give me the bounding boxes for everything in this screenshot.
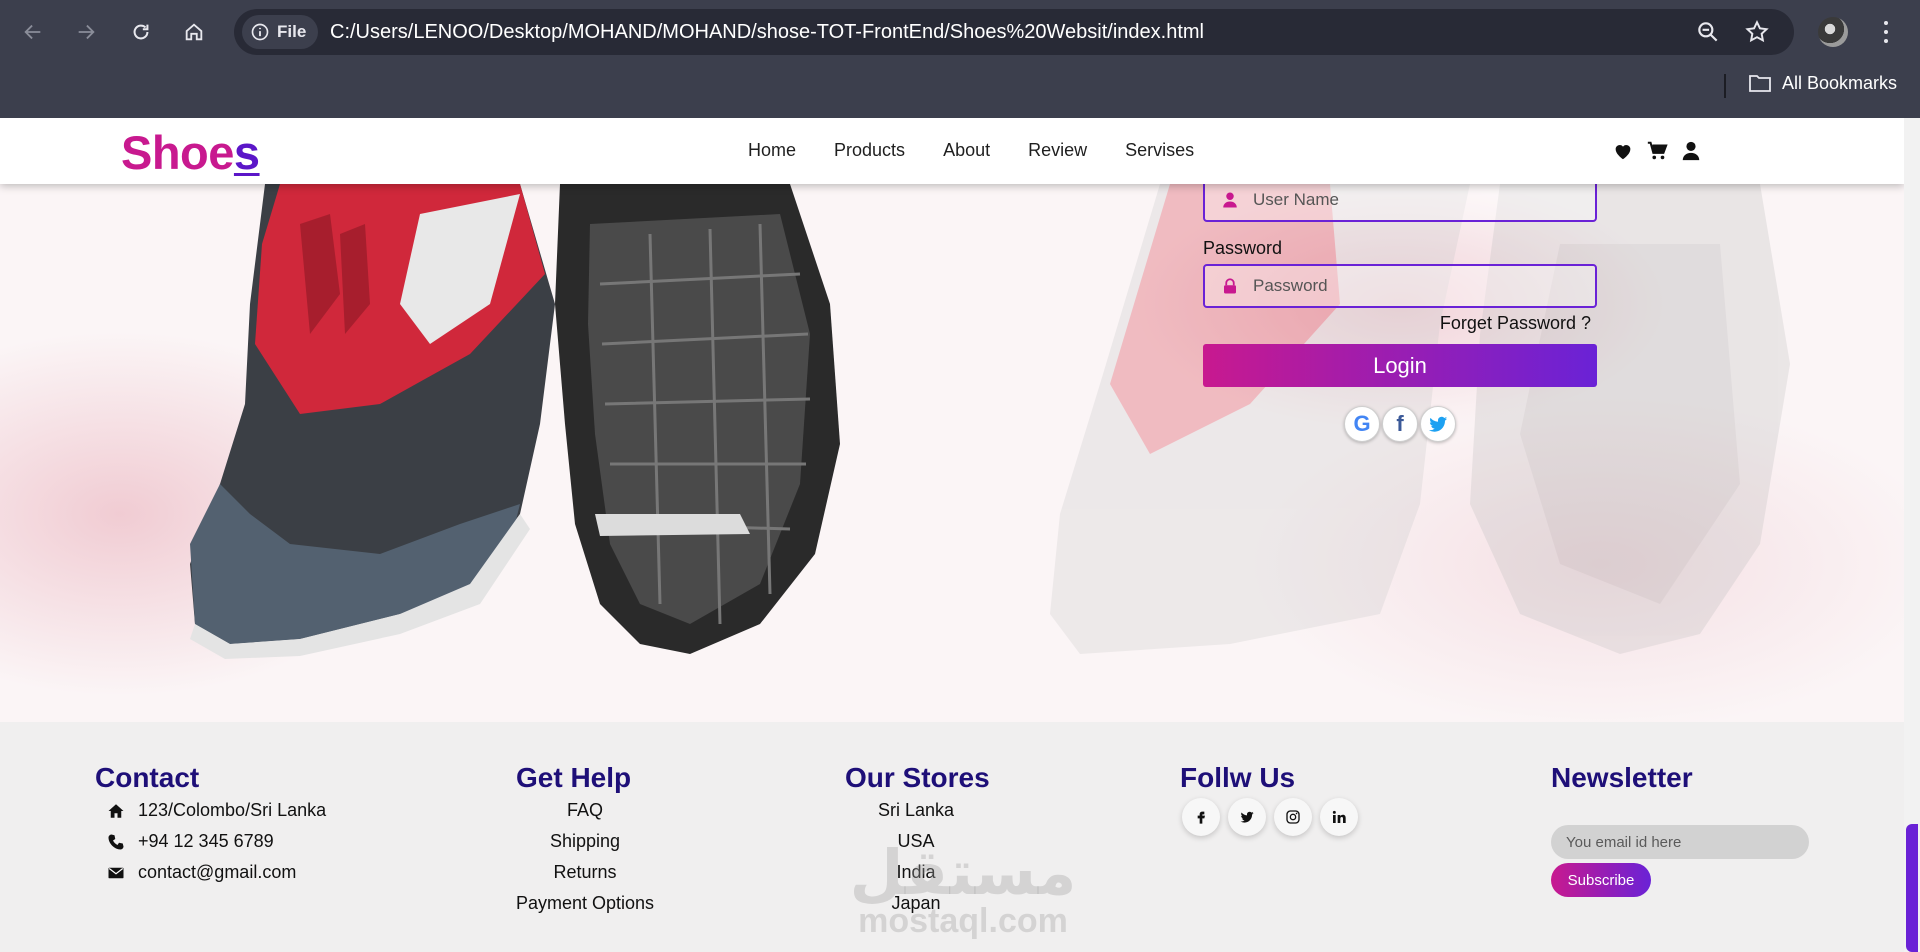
mail-icon	[108, 867, 124, 878]
site-logo[interactable]: Shoes	[121, 125, 260, 180]
hero-shoes-image	[190, 184, 1790, 659]
nav-servises[interactable]: Servises	[1125, 140, 1194, 161]
home-button[interactable]	[176, 14, 212, 50]
nav-products[interactable]: Products	[834, 140, 905, 161]
hero-section: Password Forget Password ? Login G f	[0, 184, 1904, 722]
reload-icon	[133, 24, 149, 40]
help-link-returns[interactable]: Returns	[485, 857, 685, 888]
our-stores-list: Sri Lanka USA India Japan	[816, 795, 1016, 919]
newsletter-title: Newsletter	[1551, 762, 1693, 793]
store-link-japan[interactable]: Japan	[816, 888, 1016, 919]
info-icon	[251, 23, 269, 41]
nav-review[interactable]: Review	[1028, 140, 1087, 161]
address-text: 123/Colombo/Sri Lanka	[138, 800, 327, 820]
nav-about[interactable]: About	[943, 140, 990, 161]
folder-icon	[1749, 75, 1771, 92]
header-icons	[1612, 140, 1702, 162]
nav-home[interactable]: Home	[748, 140, 796, 161]
subscribe-button[interactable]: Subscribe	[1551, 863, 1651, 897]
profile-avatar[interactable]	[1818, 17, 1848, 47]
phone-text: +94 12 345 6789	[138, 831, 274, 851]
contact-title: Contact	[95, 762, 200, 793]
contact-address: 123/Colombo/Sri Lanka	[106, 800, 326, 821]
home-icon	[108, 803, 124, 818]
linkedin-follow-button[interactable]	[1320, 798, 1358, 836]
back-button[interactable]	[15, 14, 51, 50]
forgot-password-link[interactable]: Forget Password ?	[1440, 313, 1591, 334]
help-link-shipping[interactable]: Shipping	[485, 826, 685, 857]
bookmarks-label: All Bookmarks	[1782, 72, 1898, 93]
forward-icon	[78, 24, 95, 40]
username-field[interactable]	[1203, 184, 1597, 222]
lock-icon	[1224, 278, 1236, 294]
user-field-icon	[1223, 192, 1237, 208]
bookmarks-divider	[1724, 74, 1726, 98]
user-icon[interactable]	[1680, 140, 1702, 162]
star-icon[interactable]	[1744, 19, 1770, 45]
back-icon	[24, 24, 41, 40]
follow-us-icons	[1182, 798, 1358, 836]
facebook-icon	[1197, 811, 1205, 824]
site-header: Shoes Home Products About Review Servise…	[0, 118, 1904, 184]
login-button[interactable]: Login	[1203, 344, 1597, 387]
twitter-login-button[interactable]	[1420, 406, 1456, 442]
site-footer: Contact 123/Colombo/Sri Lanka +94 12 345…	[0, 722, 1904, 952]
twitter-icon	[1240, 811, 1254, 823]
twitter-follow-button[interactable]	[1228, 798, 1266, 836]
browser-chrome: File C:/Users/LENOO/Desktop/MOHAND/MOHAN…	[0, 0, 1920, 118]
help-link-payment-options[interactable]: Payment Options	[485, 888, 685, 919]
google-icon: G	[1353, 411, 1371, 436]
newsletter-email-input[interactable]	[1551, 825, 1809, 859]
facebook-follow-button[interactable]	[1182, 798, 1220, 836]
cart-icon[interactable]	[1646, 140, 1668, 162]
page-scrollbar[interactable]	[1904, 118, 1920, 952]
store-link-sri-lanka[interactable]: Sri Lanka	[816, 795, 1016, 826]
password-field[interactable]	[1203, 264, 1597, 308]
facebook-icon: f	[1396, 411, 1404, 436]
site-chip-label: File	[277, 22, 307, 41]
google-login-button[interactable]: G	[1344, 406, 1380, 442]
url-text[interactable]: C:/Users/LENOO/Desktop/MOHAND/MOHAND/sho…	[330, 21, 1204, 44]
username-input[interactable]	[1253, 190, 1573, 210]
facebook-login-button[interactable]: f	[1382, 406, 1418, 442]
linkedin-icon	[1332, 810, 1346, 823]
password-input[interactable]	[1253, 276, 1573, 296]
scrollbar-thumb[interactable]	[1906, 824, 1918, 952]
logo-last-letter: s	[233, 126, 260, 179]
instagram-follow-button[interactable]	[1274, 798, 1312, 836]
heart-icon[interactable]	[1612, 140, 1634, 162]
store-link-india[interactable]: India	[816, 857, 1016, 888]
social-login: G f	[1344, 406, 1456, 442]
all-bookmarks-button[interactable]: All Bookmarks	[1748, 72, 1897, 94]
get-help-title: Get Help	[516, 762, 632, 793]
our-stores-title: Our Stores	[845, 762, 990, 793]
store-link-usa[interactable]: USA	[816, 826, 1016, 857]
kebab-menu-icon[interactable]	[1876, 18, 1896, 46]
browser-toolbar: File C:/Users/LENOO/Desktop/MOHAND/MOHAN…	[0, 0, 1920, 64]
site-info-chip[interactable]: File	[242, 15, 319, 49]
address-bar[interactable]: File C:/Users/LENOO/Desktop/MOHAND/MOHAN…	[234, 9, 1794, 55]
twitter-icon	[1428, 416, 1448, 432]
get-help-list: FAQ Shipping Returns Payment Options	[485, 795, 685, 919]
main-nav: Home Products About Review Servises	[748, 140, 1194, 161]
reload-button[interactable]	[123, 14, 159, 50]
email-text[interactable]: contact@gmail.com	[138, 862, 296, 883]
phone-icon	[108, 834, 124, 849]
forward-button[interactable]	[68, 14, 104, 50]
contact-email: contact@gmail.com	[106, 862, 296, 883]
home-icon	[185, 23, 203, 41]
web-page: Shoes Home Products About Review Servise…	[0, 118, 1904, 952]
logo-main-text: Shoe	[121, 126, 234, 179]
password-label: Password	[1203, 238, 1283, 258]
zoom-icon[interactable]	[1695, 19, 1721, 45]
instagram-icon	[1286, 810, 1300, 824]
contact-phone: +94 12 345 6789	[106, 831, 274, 852]
help-link-faq[interactable]: FAQ	[485, 795, 685, 826]
follow-us-title: Follw Us	[1180, 762, 1296, 793]
